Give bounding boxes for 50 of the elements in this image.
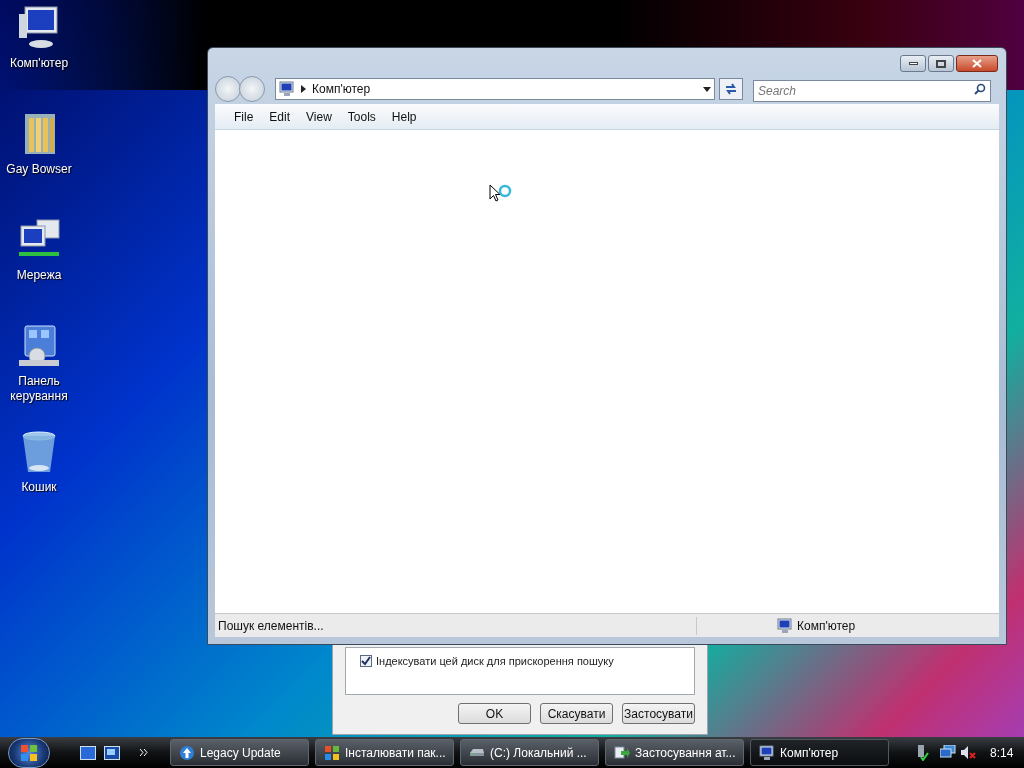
arrows-icon: [614, 744, 630, 761]
windows-logo-icon: [20, 743, 38, 762]
desktop-icon-label[interactable]: Gay Bowser: [2, 162, 76, 177]
security-icon[interactable]: [915, 744, 929, 761]
status-location: Комп'ютер: [797, 617, 856, 635]
dropdown-icon[interactable]: [703, 86, 711, 92]
desktop-icon-label[interactable]: Комп'ютер: [2, 56, 76, 71]
switch-windows-icon[interactable]: [104, 745, 120, 760]
chevron-right-icon: [301, 85, 306, 93]
taskbar-button[interactable]: Legacy Update: [170, 739, 309, 766]
monitor-icon: [777, 617, 793, 634]
close-icon: [972, 59, 982, 68]
address-bar[interactable]: Комп'ютер: [275, 78, 715, 100]
menu-item[interactable]: View: [306, 107, 332, 126]
status-text: Пошук елементів...: [215, 616, 697, 635]
desktop-icon[interactable]: [80, 745, 96, 760]
search-field[interactable]: Search: [753, 80, 991, 102]
taskbar-button[interactable]: (C:) Локальний ...: [460, 739, 599, 766]
menu-item[interactable]: Help: [391, 107, 417, 126]
menu-item[interactable]: Edit: [269, 107, 291, 126]
window-logo-icon: [324, 744, 340, 761]
desktop-icon-label[interactable]: Мережа: [2, 268, 76, 283]
start-button[interactable]: [8, 737, 50, 768]
checkbox[interactable]: [360, 655, 372, 667]
taskbar-button[interactable]: Застосування ат...: [605, 739, 744, 766]
dialog-button[interactable]: OK: [458, 703, 531, 724]
maximize-button[interactable]: [928, 55, 954, 72]
desktop-icon-label[interactable]: Панель керування: [2, 374, 76, 404]
network-icon[interactable]: [940, 745, 956, 760]
arrow-up-icon: [179, 744, 195, 761]
muted-speaker-icon[interactable]: [960, 745, 976, 760]
dialog-button[interactable]: Скасувати: [540, 703, 613, 724]
computer-icon: [759, 744, 775, 761]
close-button[interactable]: [956, 55, 998, 72]
menu-item[interactable]: File: [234, 107, 254, 126]
taskbar-button[interactable]: Інсталювати пак...: [315, 739, 454, 766]
checkbox-label: Індексувати цей диск для прискорення пошуку: [376, 654, 614, 668]
taskbar-button[interactable]: Комп'ютер: [750, 739, 889, 766]
search-icon[interactable]: [974, 83, 986, 95]
desktop-icon-label[interactable]: Кошик: [2, 480, 76, 495]
dialog-button[interactable]: Застосувати: [622, 703, 695, 724]
clock[interactable]: 8:14: [990, 743, 1014, 762]
drive-icon: [469, 748, 485, 757]
minimize-button[interactable]: [900, 55, 926, 72]
address-text: Комп'ютер: [312, 81, 372, 98]
menu-item[interactable]: Tools: [347, 107, 376, 126]
chevron-icon[interactable]: [140, 749, 148, 756]
monitor-icon: [279, 81, 295, 97]
refresh-button[interactable]: [719, 78, 743, 100]
refresh-icon: [724, 83, 738, 95]
